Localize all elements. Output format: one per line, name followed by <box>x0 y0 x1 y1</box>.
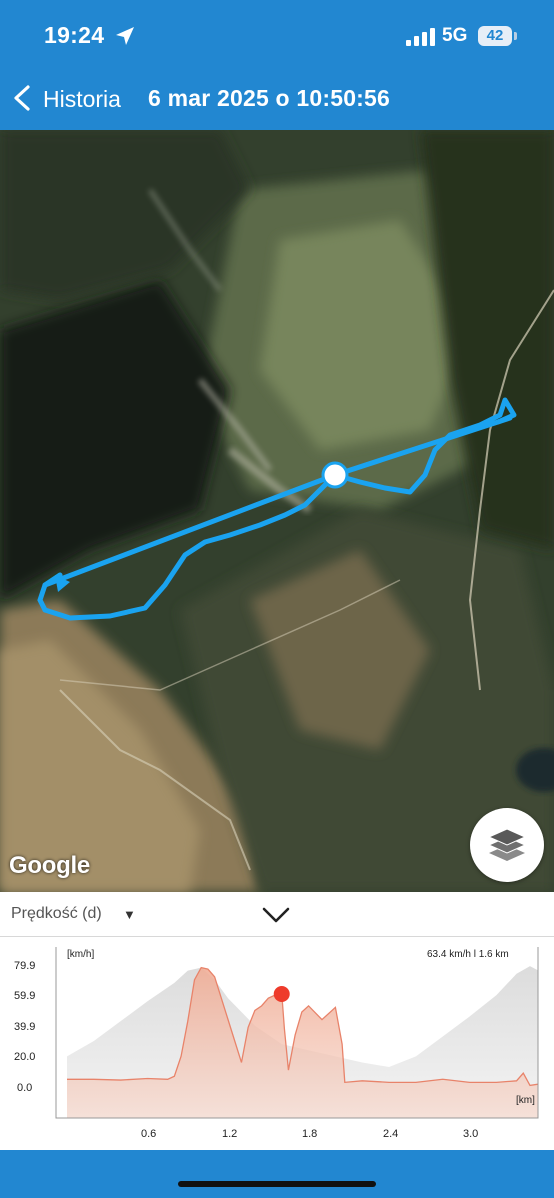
y-axis-unit: [km/h] <box>67 949 95 960</box>
network-type: 5G <box>442 25 468 46</box>
google-attribution: Google <box>9 852 90 879</box>
y-tick-label: 59.9 <box>14 990 36 1002</box>
x-tick-label: 1.8 <box>302 1128 318 1140</box>
satellite-map[interactable]: Google <box>0 130 554 892</box>
battery-indicator: 42 <box>478 26 517 46</box>
y-tick-label: 20.0 <box>14 1051 36 1063</box>
top-bar: 19:24 5G 42 Historia 6 mar 2025 o 10:50:… <box>0 0 554 130</box>
bottom-bar <box>0 1150 554 1198</box>
status-time: 19:24 <box>44 22 105 48</box>
map-layers-button[interactable] <box>470 808 544 882</box>
home-indicator[interactable] <box>178 1181 376 1187</box>
chevron-down-icon[interactable] <box>261 906 291 924</box>
chevron-left-icon[interactable] <box>10 84 34 112</box>
x-tick-label: 2.4 <box>383 1128 399 1140</box>
speed-chart[interactable]: [km/h] 63.4 km/h l 1.6 km [km] 79.9 59.9… <box>0 937 554 1150</box>
metric-selector[interactable]: Prędkość (d) <box>11 905 102 923</box>
x-axis-unit: [km] <box>516 1095 535 1106</box>
dropdown-caret-icon[interactable]: ▼ <box>123 907 136 922</box>
cellular-signal-icon <box>406 28 435 46</box>
y-tick-label: 39.9 <box>14 1021 36 1033</box>
back-button[interactable]: Historia <box>43 86 121 113</box>
y-tick-label: 0.0 <box>17 1082 33 1094</box>
chart-panel: Prędkość (d) ▼ [km/h] 63.4 km/h l 1.6 km… <box>0 892 554 1150</box>
y-tick-label: 79.9 <box>14 960 36 972</box>
map-terrain <box>0 130 554 892</box>
x-tick-label: 3.0 <box>463 1128 479 1140</box>
x-tick-label: 0.6 <box>141 1128 157 1140</box>
chart-canvas <box>55 947 539 1119</box>
page-title: 6 mar 2025 o 10:50:56 <box>148 85 391 111</box>
cursor-readout: 63.4 km/h l 1.6 km <box>427 949 509 960</box>
position-marker[interactable] <box>273 985 290 1002</box>
x-tick-label: 1.2 <box>222 1128 238 1140</box>
layers-icon <box>487 828 527 861</box>
location-arrow-icon <box>116 27 134 45</box>
